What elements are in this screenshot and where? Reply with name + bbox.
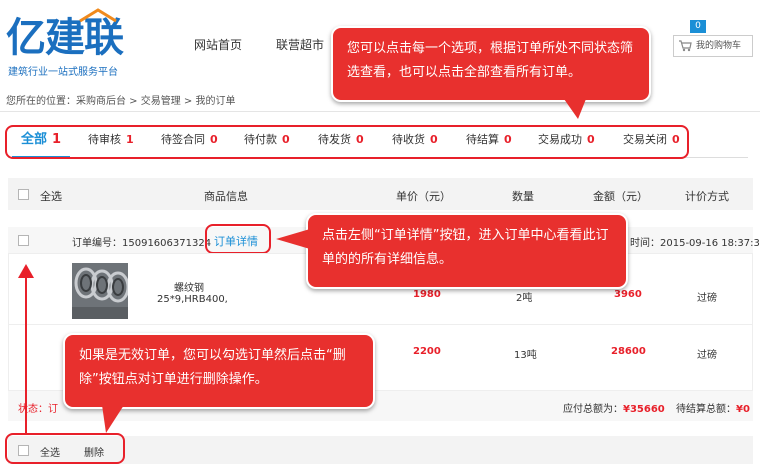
header-divider xyxy=(0,111,760,112)
item-quantity: 13吨 xyxy=(514,350,537,361)
tabs-highlight-box xyxy=(5,125,689,159)
select-all-label: 全选 xyxy=(40,190,62,203)
cart-count-badge: 0 xyxy=(690,20,706,33)
item-amount: 3960 xyxy=(614,289,642,300)
detail-highlight-box xyxy=(205,224,271,254)
select-all-checkbox[interactable] xyxy=(18,189,29,200)
callout-pointer-icon xyxy=(102,405,124,433)
detail-tip-callout: 点击左侧“订单详情”按钮，进入订单中心看看此订单的的所有详细信息。 xyxy=(306,213,628,289)
item-unit-price: 1980 xyxy=(413,289,441,300)
cart-label: 我的购物车 xyxy=(696,41,742,51)
col-pricing-method: 计价方式 xyxy=(685,190,729,203)
col-unit-price: 单价（元） xyxy=(396,190,451,203)
callout-pointer-icon xyxy=(564,99,586,119)
delete-tip-callout: 如果是无效订单，您可以勾选订单然后点击“删除”按钮点对订单进行删除操作。 xyxy=(63,333,375,409)
logo-subtitle: 建筑行业一站式服务平台 xyxy=(8,67,118,78)
product-name: 螺纹钢 xyxy=(174,283,204,294)
order-time: 时间：2015-09-16 18:37:38 xyxy=(630,238,760,249)
annotation-arrow-line xyxy=(25,275,27,435)
settlement-total: 待结算总额：¥0 xyxy=(676,404,750,415)
order-status: 状态：订 xyxy=(18,404,58,415)
nav-home[interactable]: 网站首页 xyxy=(194,36,242,53)
order-number: 订单编号：15091606371324 xyxy=(72,238,212,249)
logo-roof-icon xyxy=(79,8,117,22)
item-amount: 28600 xyxy=(611,346,646,357)
col-quantity: 数量 xyxy=(512,190,534,203)
tabs-tip-callout: 您可以点击每一个选项，根据订单所处不同状态筛选查看，也可以点击全部查看所有订单。 xyxy=(331,26,651,102)
nav-market[interactable]: 联营超市 xyxy=(276,36,324,53)
callout-pointer-icon xyxy=(276,229,310,249)
item-quantity: 2吨 xyxy=(516,293,533,304)
product-image[interactable] xyxy=(72,263,130,322)
table-header: 全选 商品信息 单价（元） 数量 金额（元） 计价方式 xyxy=(8,178,753,210)
item-pricing-method: 过磅 xyxy=(697,293,717,304)
item-unit-price: 2200 xyxy=(413,346,441,357)
cart-icon xyxy=(679,40,692,52)
payable-total: 应付总额为：¥35660 xyxy=(563,404,665,415)
col-product-info: 商品信息 xyxy=(204,190,248,203)
product-spec: 25*9,HRB400, xyxy=(157,294,228,305)
order-checkbox[interactable] xyxy=(18,235,29,246)
arrow-up-icon xyxy=(18,264,34,278)
cart-button[interactable]: 我的购物车 xyxy=(673,35,753,57)
delete-highlight-box xyxy=(5,433,125,464)
col-amount: 金额（元） xyxy=(593,190,648,203)
item-divider xyxy=(9,324,752,325)
breadcrumb: 您所在的位置：采购商后台 > 交易管理 > 我的订单 xyxy=(6,96,236,107)
item-pricing-method: 过磅 xyxy=(697,350,717,361)
